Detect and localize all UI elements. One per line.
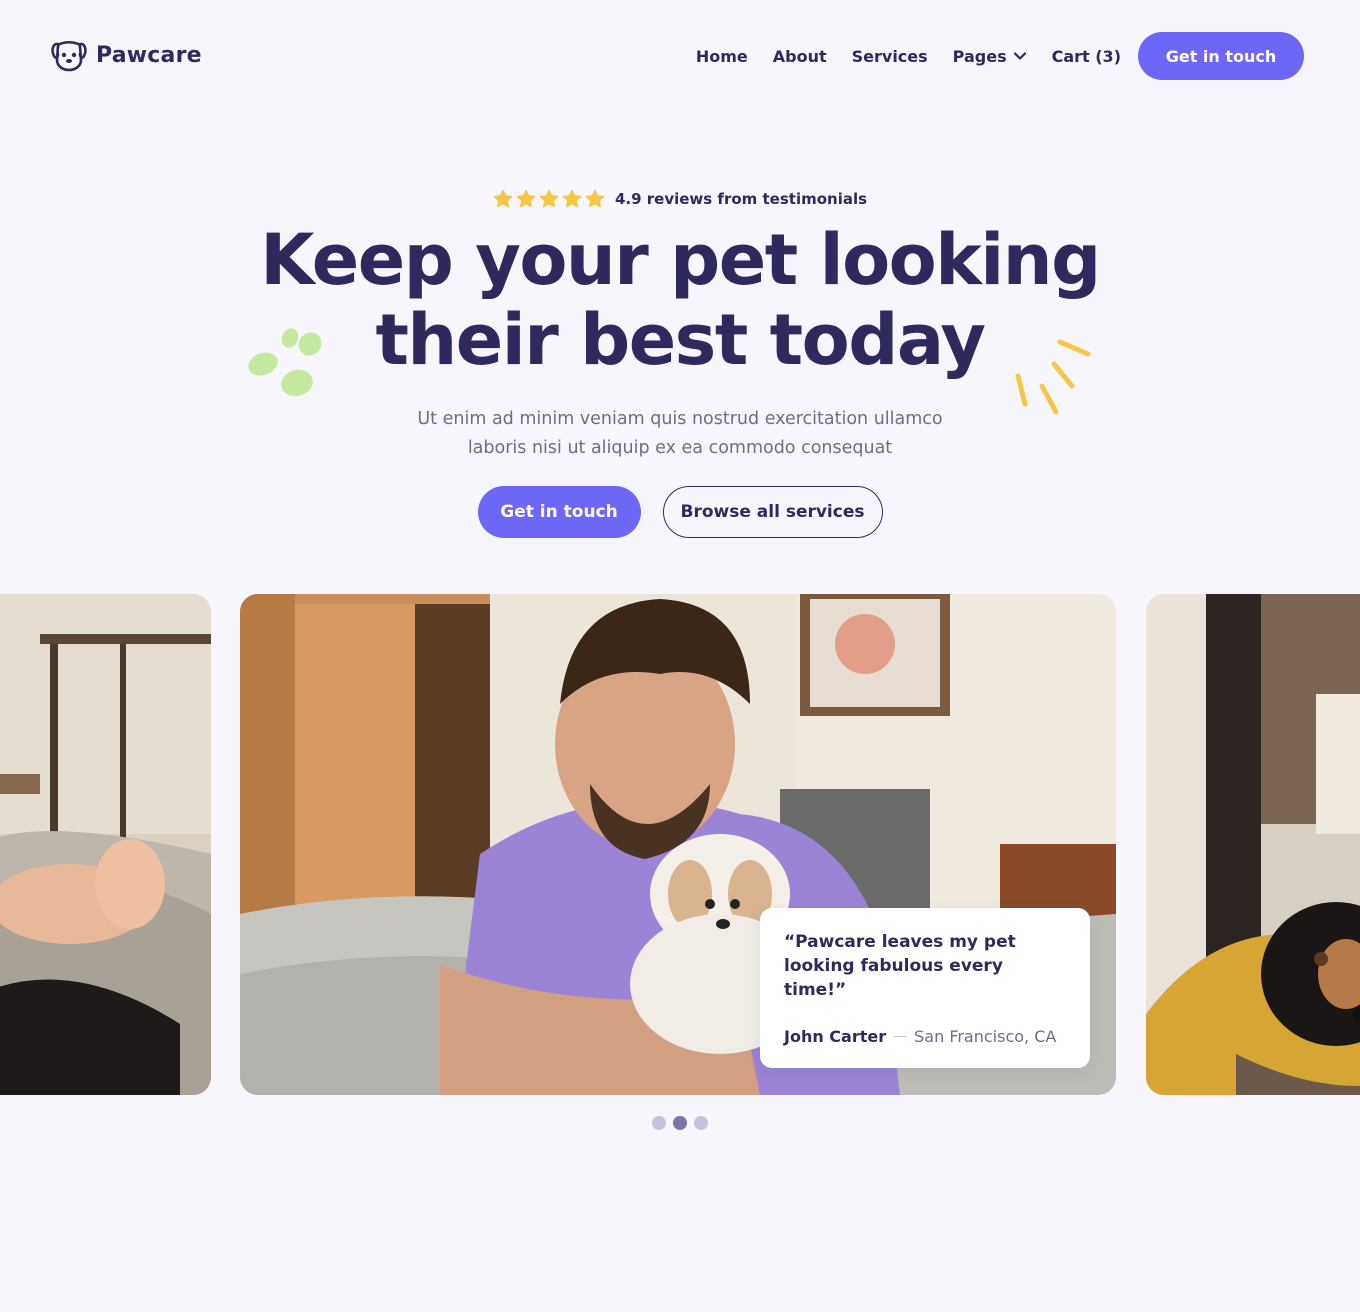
hero-get-in-touch-button[interactable]: Get in touch — [477, 486, 641, 538]
main-nav: Home About Services Pages Cart (3) Get i… — [696, 32, 1304, 80]
star-icon — [493, 189, 513, 208]
testimonial-author: John Carter San Francisco, CA — [784, 1027, 1056, 1046]
subtext-line-1: Ut enim ad minim veniam quis nostrud exe… — [417, 409, 943, 429]
logo[interactable]: Pawcare — [50, 38, 202, 72]
logo-text: Pawcare — [96, 42, 202, 68]
nav-home[interactable]: Home — [696, 47, 748, 66]
carousel-dot-3[interactable] — [694, 1116, 708, 1130]
star-icon — [516, 189, 536, 208]
star-icon — [539, 189, 559, 208]
rating-stars — [493, 189, 605, 209]
hero-buttons: Get in touch Browse all services — [0, 486, 1360, 538]
nav-services[interactable]: Services — [852, 47, 928, 66]
star-icon — [585, 189, 605, 208]
carousel-dot-1[interactable] — [652, 1116, 666, 1130]
nav-pages-label: Pages — [952, 46, 1007, 66]
slide-photo-next — [1146, 594, 1360, 1095]
nav-cart[interactable]: Cart (3) — [1052, 47, 1121, 66]
author-separator — [894, 1036, 907, 1037]
testimonial-card: “Pawcare leaves my pet looking fabulous … — [760, 908, 1090, 1068]
author-location: San Francisco, CA — [914, 1027, 1057, 1046]
author-name: John Carter — [784, 1027, 887, 1046]
carousel-dot-2[interactable] — [673, 1116, 687, 1130]
slide-photo-previous — [0, 594, 211, 1095]
star-icon — [562, 189, 582, 208]
paw-logo-icon — [51, 40, 87, 72]
headline-line-2: their best today — [375, 299, 986, 381]
rating-text: 4.9 reviews from testimonials — [614, 190, 868, 208]
carousel-slide-next[interactable] — [1146, 594, 1360, 1095]
carousel-slide-previous[interactable] — [0, 594, 211, 1095]
nav-pages[interactable]: Pages — [953, 47, 1027, 66]
chevron-down-icon — [1013, 52, 1026, 60]
hero-headline: Keep your pet looking their best today — [0, 220, 1360, 380]
rating-row: 4.9 reviews from testimonials — [0, 189, 1360, 209]
paw-prints-decoration — [248, 328, 322, 397]
header-get-in-touch-button[interactable]: Get in touch — [1138, 32, 1304, 80]
nav-about[interactable]: About — [773, 47, 827, 66]
browse-services-button[interactable]: Browse all services — [662, 486, 883, 538]
subtext-line-2: laboris nisi ut aliquip ex ea commodo co… — [467, 438, 893, 458]
testimonial-quote: “Pawcare leaves my pet looking fabulous … — [784, 932, 1016, 1000]
hero-subtext: Ut enim ad minim veniam quis nostrud exe… — [0, 405, 1360, 463]
headline-line-1: Keep your pet looking — [260, 219, 1101, 301]
carousel-dots — [0, 1116, 1360, 1130]
